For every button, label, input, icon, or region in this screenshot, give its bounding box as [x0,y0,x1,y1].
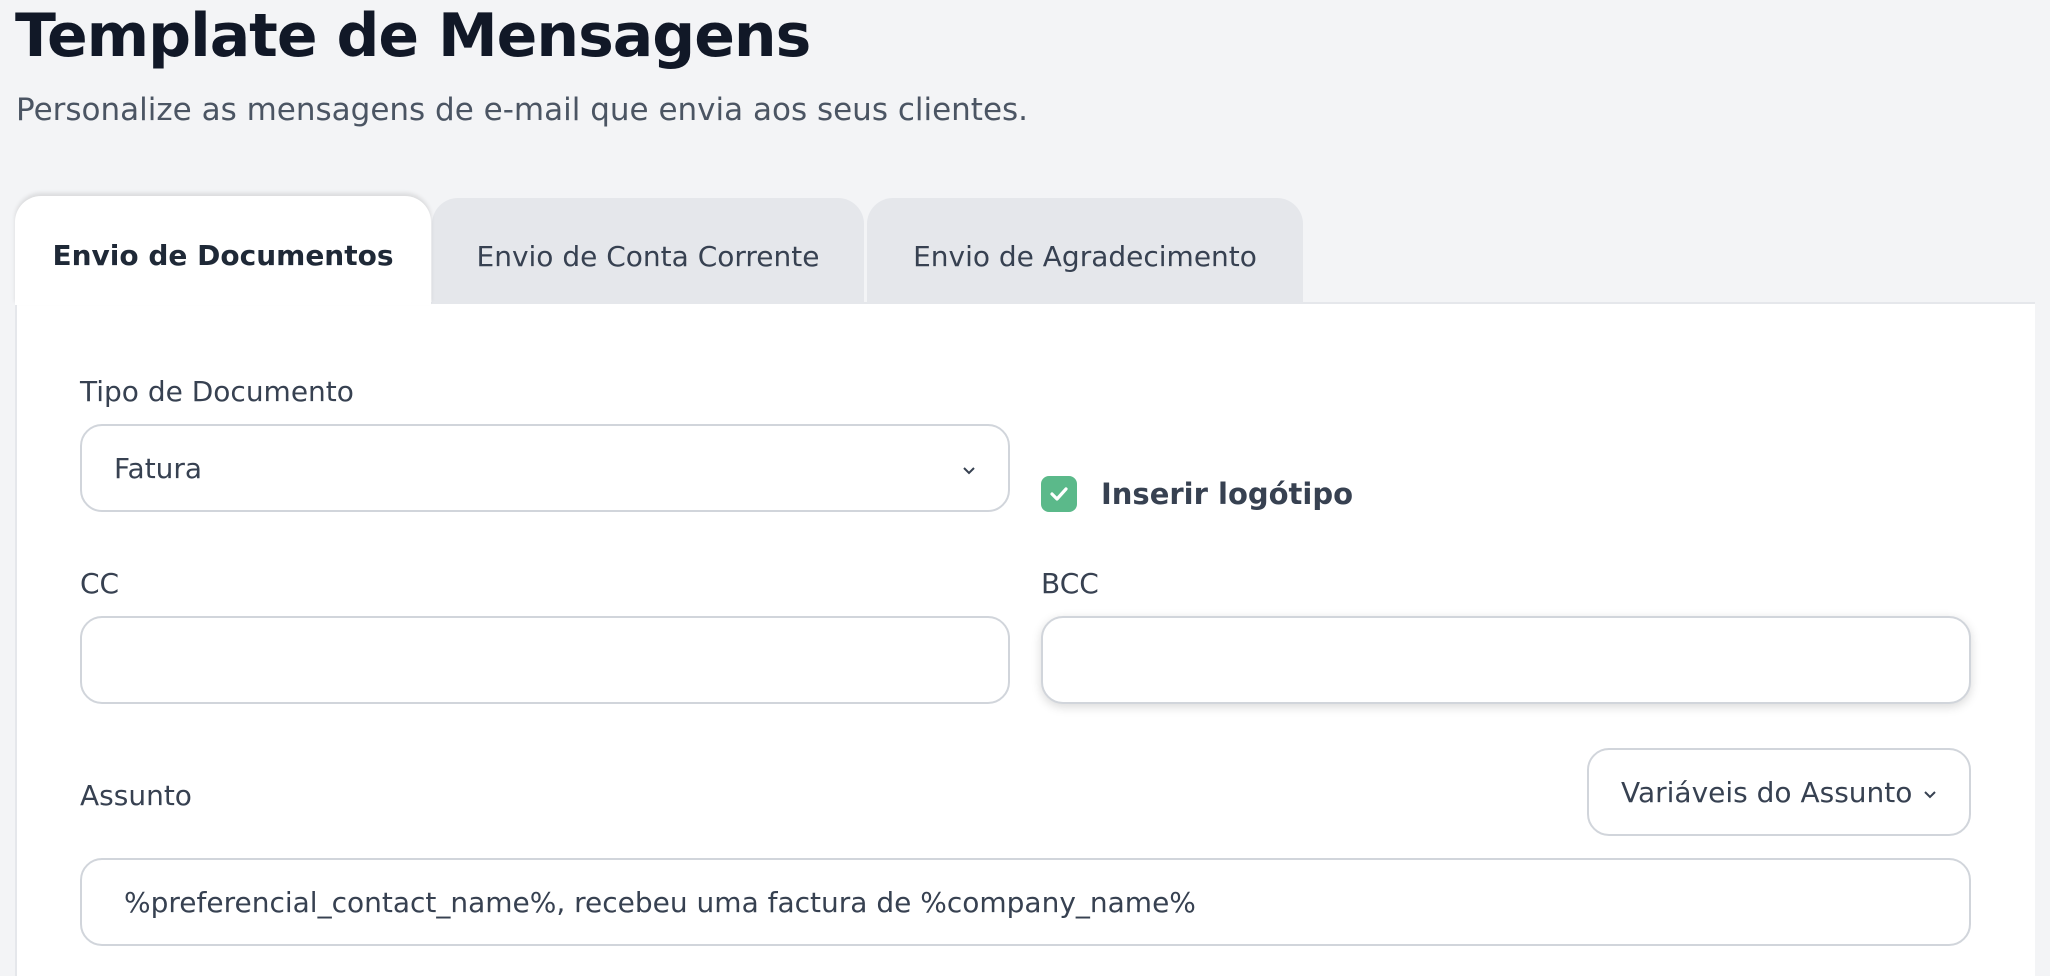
subject-variables-dropdown[interactable]: Variáveis do Assunto [1587,748,1971,836]
document-type-value: Fatura [114,451,203,485]
insert-logo-label: Inserir logótipo [1101,477,1354,511]
document-type-select[interactable]: Fatura [80,424,1010,512]
subject-variables-label: Variáveis do Assunto [1621,775,1913,809]
chevron-down-icon [963,467,975,475]
subject-value: %preferencial_contact_name%, recebeu uma… [124,885,1196,919]
page-title: Template de Mensagens [15,1,811,71]
subject-input[interactable]: %preferencial_contact_name%, recebeu uma… [80,858,1971,946]
tab-label: Envio de Conta Corrente [476,239,820,273]
tab-envio-agradecimento[interactable]: Envio de Agradecimento [867,198,1303,304]
tab-envio-documentos[interactable]: Envio de Documentos [15,196,431,305]
cc-input[interactable] [80,616,1010,704]
tab-label: Envio de Documentos [52,239,394,272]
chevron-down-icon [1924,791,1936,799]
insert-logo-checkbox[interactable] [1041,476,1077,512]
form-panel: Tipo de Documento Fatura Inserir logótip… [15,302,2035,976]
bcc-input[interactable] [1041,616,1971,704]
check-icon [1050,487,1068,501]
document-type-label: Tipo de Documento [80,375,354,408]
tab-label: Envio de Agradecimento [913,239,1257,273]
tab-bar: Envio de Documentos Envio de Conta Corre… [15,196,2035,305]
tab-envio-conta-corrente[interactable]: Envio de Conta Corrente [432,198,864,304]
page-subtitle: Personalize as mensagens de e-mail que e… [16,92,1029,128]
subject-label: Assunto [80,779,192,812]
bcc-label: BCC [1041,567,1099,600]
cc-label: CC [80,567,120,600]
